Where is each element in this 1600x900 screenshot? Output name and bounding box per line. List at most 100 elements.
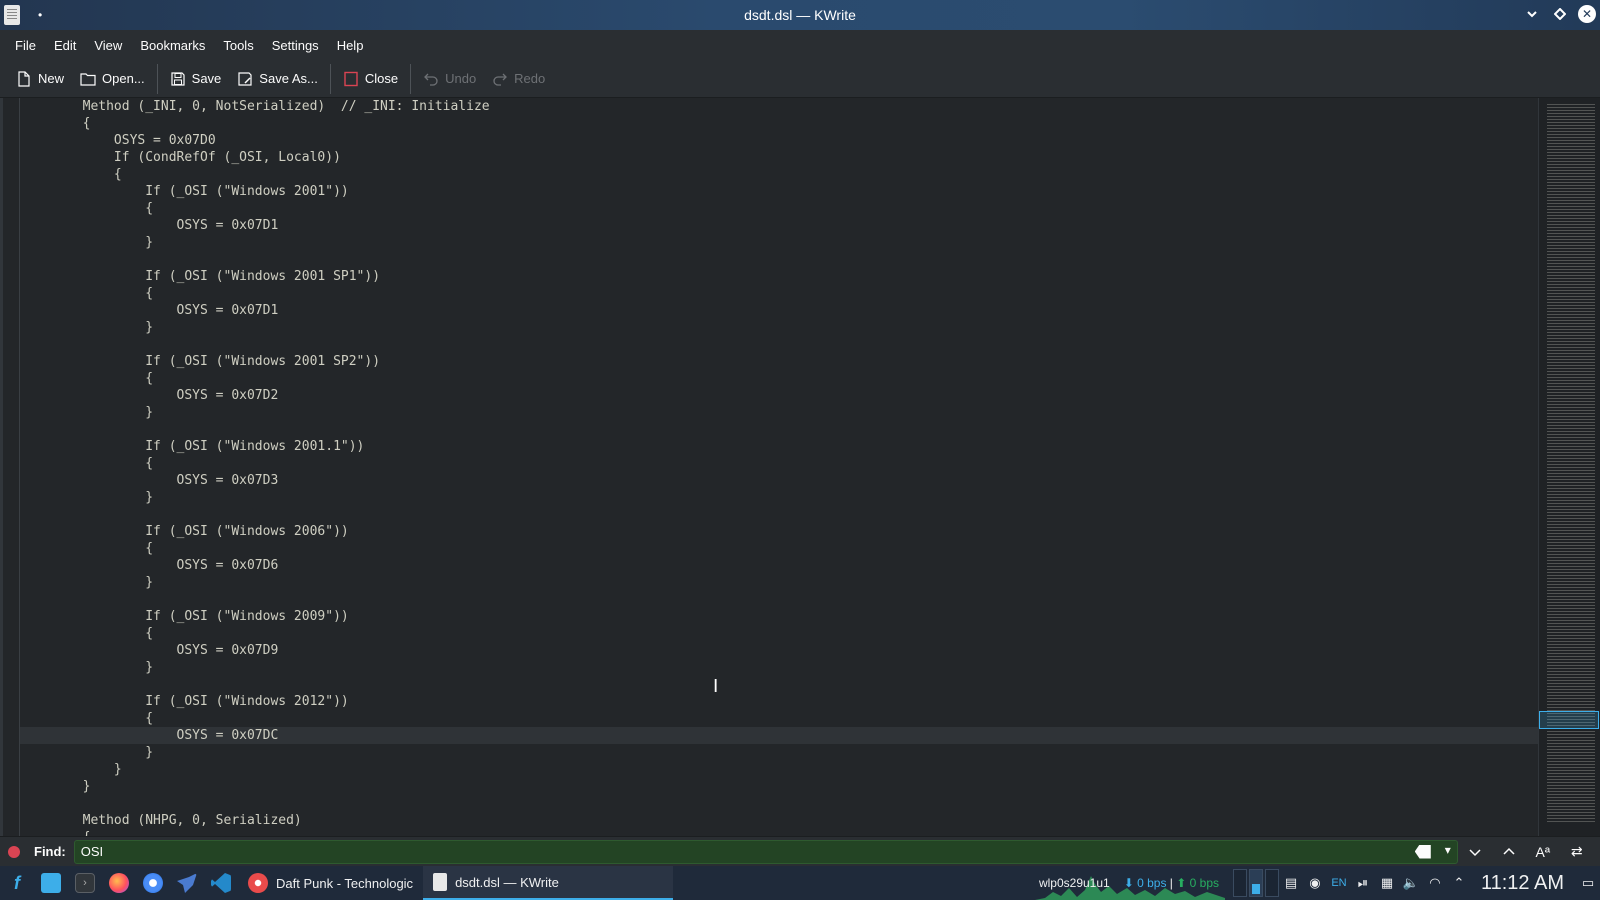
close-document-button[interactable]: Close [335,64,406,94]
code-line[interactable] [20,421,1538,438]
menu-tools[interactable]: Tools [214,38,262,53]
code-line[interactable] [20,795,1538,812]
menu-file[interactable]: File [6,38,45,53]
code-line[interactable] [20,336,1538,353]
code-line[interactable]: { [20,829,1538,836]
find-next-button[interactable] [1458,837,1492,867]
notifications-icon[interactable]: ▤ [1279,866,1303,900]
code-line[interactable]: OSYS = 0x07D9 [20,642,1538,659]
maximize-button[interactable] [1550,4,1570,24]
code-line[interactable]: } [20,761,1538,778]
keyboard-layout-indicator[interactable]: EN [1327,866,1351,900]
code-line[interactable]: Method (_INI, 0, NotSerialized) // _INI:… [20,98,1538,115]
task-bird-app[interactable] [170,866,204,900]
code-line[interactable] [20,251,1538,268]
network-monitor[interactable]: wlp0s29u1u1 ⬇ 0 bps | ⬆ 0 bps [1034,866,1225,900]
code-line[interactable]: } [20,489,1538,506]
find-previous-button[interactable] [1492,837,1526,867]
code-line[interactable]: OSYS = 0x07D0 [20,132,1538,149]
minimize-button[interactable] [1522,4,1542,24]
find-input[interactable] [80,844,1381,859]
find-history-dropdown-icon[interactable]: ▾ [1445,843,1451,857]
code-line[interactable]: { [20,285,1538,302]
code-line[interactable]: OSYS = 0x07D1 [20,302,1538,319]
editor-area[interactable]: Method (_INI, 0, NotSerialized) // _INI:… [0,98,1600,836]
task-vscode[interactable] [204,866,238,900]
desktop-3[interactable] [1264,869,1279,897]
code-line[interactable]: If (_OSI ("Windows 2001.1")) [20,438,1538,455]
code-line[interactable]: } [20,404,1538,421]
code-line[interactable]: OSYS = 0x07DC [20,727,1538,744]
code-line[interactable] [20,506,1538,523]
menu-bookmarks[interactable]: Bookmarks [131,38,214,53]
media-player-icon[interactable]: ⏯ [1351,866,1375,900]
code-line[interactable] [20,591,1538,608]
kwrite-app-icon[interactable] [4,5,20,25]
clock[interactable]: 11:12 AM [1481,872,1564,895]
undo-button[interactable]: Undo [415,64,484,94]
code-line[interactable]: If (_OSI ("Windows 2006")) [20,523,1538,540]
expand-tray-icon[interactable]: ⌃ [1447,866,1471,900]
code-line[interactable]: } [20,574,1538,591]
match-case-toggle[interactable]: Aª [1526,837,1560,867]
desktop-2[interactable] [1248,869,1263,897]
code-line[interactable]: { [20,200,1538,217]
code-line[interactable]: } [20,778,1538,795]
code-line[interactable]: If (_OSI ("Windows 2001 SP2")) [20,353,1538,370]
code-line[interactable]: OSYS = 0x07D2 [20,387,1538,404]
code-line[interactable]: { [20,540,1538,557]
code-line[interactable]: } [20,234,1538,251]
code-line[interactable]: } [20,319,1538,336]
menu-edit[interactable]: Edit [45,38,85,53]
code-line[interactable]: } [20,659,1538,676]
find-input-container[interactable]: ▾ [73,839,1458,864]
volume-icon[interactable]: 🔈 [1399,866,1423,900]
clipboard-icon[interactable]: ▦ [1375,866,1399,900]
switch-to-replace-button[interactable]: ⇄ [1560,837,1594,867]
code-line[interactable]: { [20,455,1538,472]
code-line[interactable]: { [20,115,1538,132]
code-line[interactable]: OSYS = 0x07D1 [20,217,1538,234]
save-button[interactable]: Save [162,64,230,94]
code-line[interactable]: OSYS = 0x07D3 [20,472,1538,489]
task-window-music[interactable]: Daft Punk - Technologic [238,866,423,900]
wifi-icon[interactable]: ◠ [1423,866,1447,900]
code-line[interactable]: OSYS = 0x07D6 [20,557,1538,574]
task-file-manager[interactable] [34,866,68,900]
code-line[interactable]: { [20,370,1538,387]
code-line[interactable]: } [20,744,1538,761]
close-find-bar-button[interactable] [8,845,20,858]
folding-marker-bar[interactable] [0,98,3,836]
menu-settings[interactable]: Settings [263,38,328,53]
code-line[interactable]: If (CondRefOf (_OSI, Local0)) [20,149,1538,166]
pin-icon[interactable]: • [38,8,42,22]
application-launcher[interactable]: f [0,866,34,900]
save-as-button[interactable]: Save As... [229,64,326,94]
menu-view[interactable]: View [85,38,131,53]
close-window-button[interactable]: ✕ [1578,5,1596,23]
task-chromium[interactable] [136,866,170,900]
code-line[interactable]: Method (NHPG, 0, Serialized) [20,812,1538,829]
desktop-1[interactable] [1232,869,1247,897]
discord-icon[interactable]: ◉ [1303,866,1327,900]
code-line[interactable]: { [20,710,1538,727]
new-button[interactable]: New [8,64,72,94]
code-line[interactable]: { [20,625,1538,642]
redo-button[interactable]: Redo [484,64,553,94]
task-firefox[interactable] [102,866,136,900]
code-line[interactable]: { [20,166,1538,183]
task-window-kwrite[interactable]: dsdt.dsl — KWrite [423,866,674,900]
minimap-scrollbar[interactable] [1538,98,1600,836]
code-line[interactable]: If (_OSI ("Windows 2009")) [20,608,1538,625]
code-line[interactable] [20,676,1538,693]
task-terminal[interactable]: › [68,866,102,900]
show-desktop-icon[interactable]: ▭ [1576,866,1600,900]
code-line[interactable]: If (_OSI ("Windows 2001")) [20,183,1538,200]
menu-help[interactable]: Help [328,38,373,53]
open-button[interactable]: Open... [72,64,153,94]
code-line[interactable]: If (_OSI ("Windows 2012")) [20,693,1538,710]
clear-text-icon[interactable] [1414,844,1431,859]
minimap-viewport-handle[interactable] [1539,711,1599,729]
code-line[interactable]: If (_OSI ("Windows 2001 SP1")) [20,268,1538,285]
editor-gutter[interactable] [0,98,20,836]
